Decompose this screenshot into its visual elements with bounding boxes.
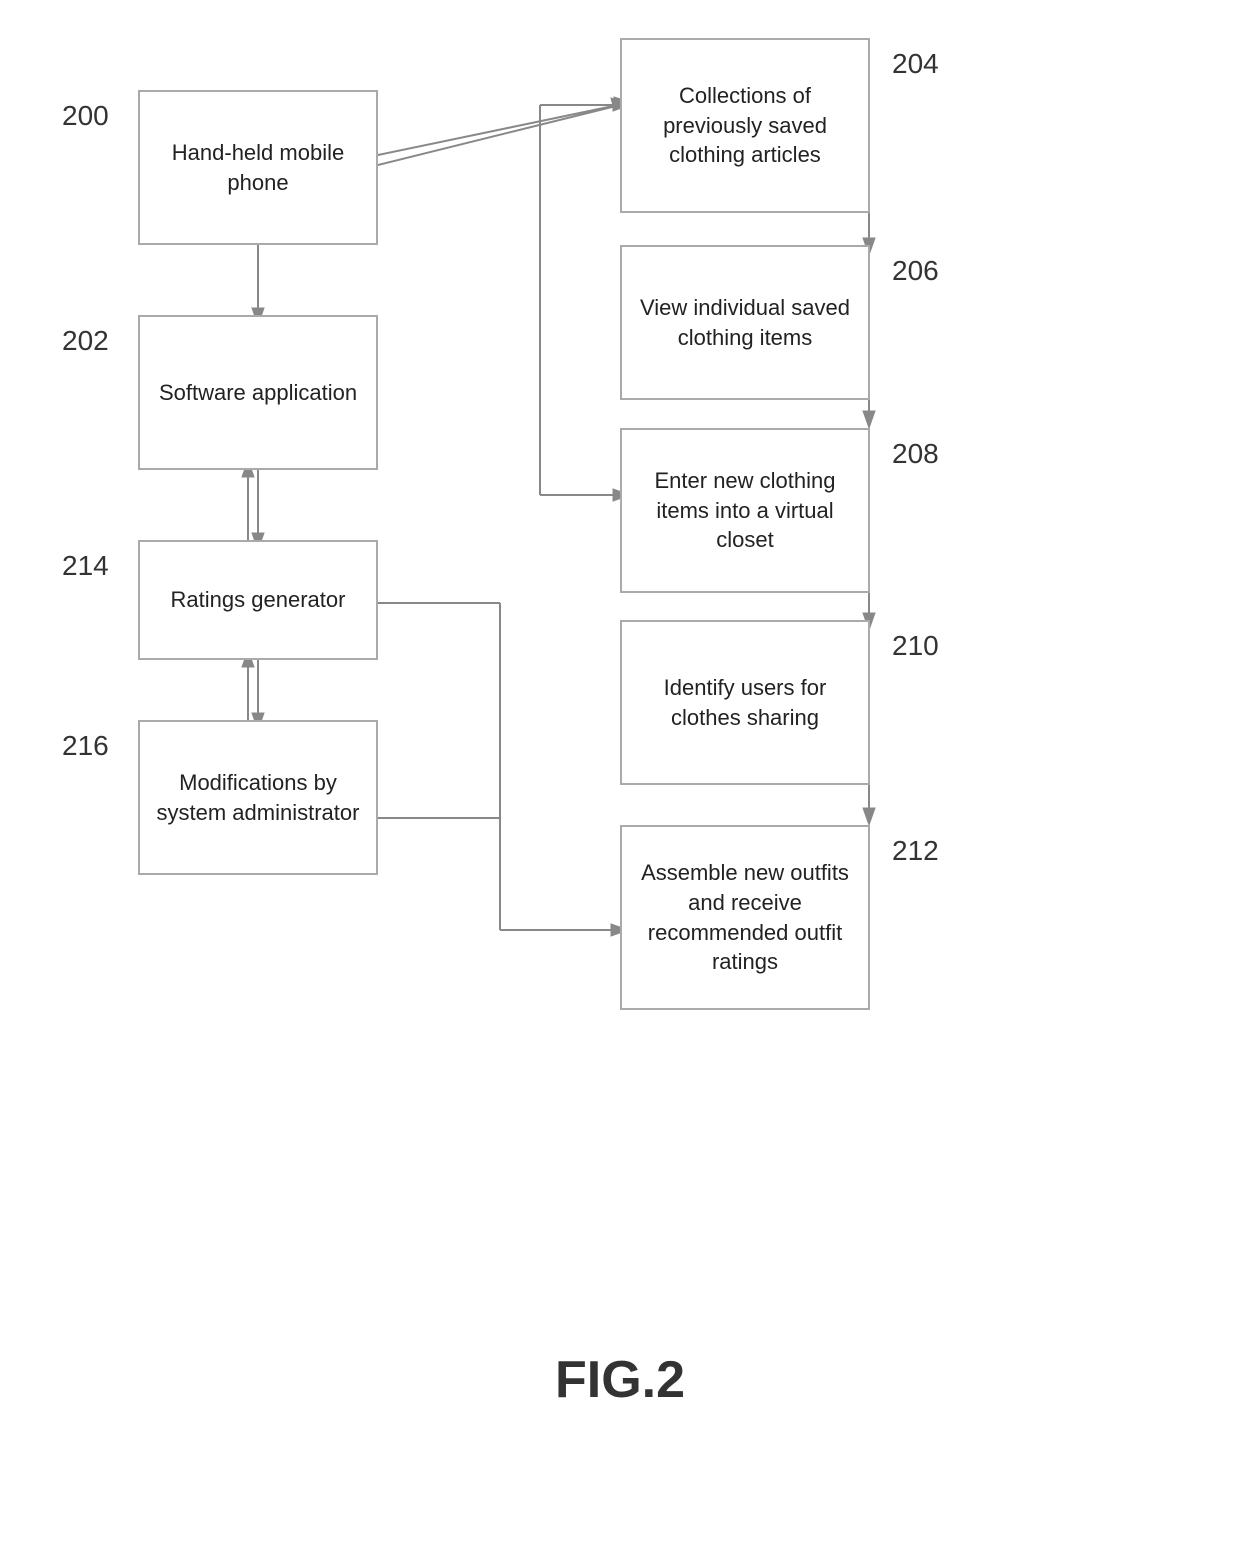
figure-label: FIG.2	[460, 1350, 780, 1410]
node-202: Software application	[138, 315, 378, 470]
node-208-text: Enter new clothing items into a virtual …	[632, 466, 858, 555]
node-204-text: Collections of previously saved clothing…	[632, 81, 858, 170]
node-206: View individual saved clothing items	[620, 245, 870, 400]
node-216: Modifications by system administrator	[138, 720, 378, 875]
label-206: 206	[892, 255, 939, 287]
node-200-text: Hand-held mobile phone	[150, 138, 366, 197]
label-202: 202	[62, 325, 109, 357]
node-210-text: Identify users for clothes sharing	[632, 673, 858, 732]
label-208: 208	[892, 438, 939, 470]
node-206-text: View individual saved clothing items	[632, 293, 858, 352]
node-202-text: Software application	[159, 378, 357, 408]
node-200: Hand-held mobile phone	[138, 90, 378, 245]
node-214: Ratings generator	[138, 540, 378, 660]
label-214: 214	[62, 550, 109, 582]
node-212-text: Assemble new outfits and receive recomme…	[632, 858, 858, 977]
label-216: 216	[62, 730, 109, 762]
label-204: 204	[892, 48, 939, 80]
node-204: Collections of previously saved clothing…	[620, 38, 870, 213]
node-216-text: Modifications by system administrator	[150, 768, 366, 827]
node-208: Enter new clothing items into a virtual …	[620, 428, 870, 593]
diagram: Hand-held mobile phone 200 Software appl…	[0, 0, 1240, 1542]
label-210: 210	[892, 630, 939, 662]
node-214-text: Ratings generator	[171, 585, 346, 615]
label-212: 212	[892, 835, 939, 867]
label-200: 200	[62, 100, 109, 132]
node-212: Assemble new outfits and receive recomme…	[620, 825, 870, 1010]
node-210: Identify users for clothes sharing	[620, 620, 870, 785]
